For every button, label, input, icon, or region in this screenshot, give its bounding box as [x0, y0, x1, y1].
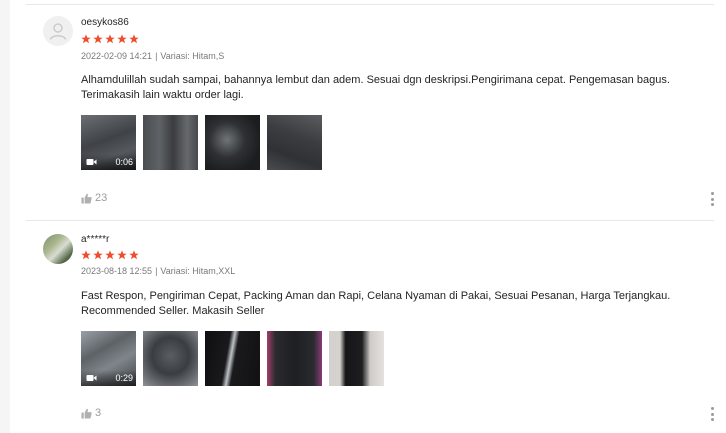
review-image-thumbnail[interactable] [267, 115, 322, 170]
more-vertical-icon [710, 412, 714, 416]
review-meta: 2022-02-09 14:21 | Variasi: Hitam,S [81, 51, 224, 61]
review-date: 2023-08-18 12:55 [81, 266, 153, 276]
review-video-thumbnail[interactable]: 0:06 [81, 115, 136, 170]
review-image-thumbnail[interactable] [143, 331, 198, 386]
default-user-icon [49, 23, 67, 40]
video-duration: 0:06 [115, 157, 133, 167]
like-count: 23 [95, 192, 108, 204]
review-image-thumbnail[interactable] [205, 331, 260, 386]
more-vertical-icon [710, 197, 714, 201]
star-icon [129, 250, 139, 260]
video-camera-icon [86, 375, 97, 381]
top-divider [26, 4, 714, 5]
more-vertical-icon [710, 192, 714, 195]
review-video-thumbnail[interactable]: 0:29 [81, 331, 136, 386]
star-icon [93, 34, 103, 44]
review-media: 0:06 [81, 115, 322, 170]
like-button[interactable]: 3 [81, 407, 101, 419]
review-comment: Alhamdulillah sudah sampai, bahannya lem… [81, 74, 670, 101]
reviewer-name: oesykos86 [81, 17, 129, 28]
video-duration: 0:29 [115, 373, 133, 383]
more-options-button[interactable] [708, 192, 716, 206]
like-count: 3 [95, 407, 102, 419]
star-icon [81, 34, 91, 44]
review-meta: 2023-08-18 12:55 | Variasi: Hitam,XXL [81, 266, 235, 276]
review-image-thumbnail[interactable] [205, 115, 260, 170]
avatar[interactable] [43, 16, 73, 46]
more-options-button[interactable] [708, 407, 716, 421]
star-icon [129, 34, 139, 44]
thumbs-up-icon [81, 193, 92, 204]
star-icon [117, 34, 127, 44]
star-icon [105, 34, 115, 44]
review-variation: Variasi: Hitam,XXL [160, 266, 236, 276]
review-media: 0:29 [81, 331, 384, 386]
more-vertical-icon [710, 407, 714, 410]
star-icon [117, 250, 127, 260]
review-image-thumbnail[interactable] [267, 331, 322, 386]
thumbs-up-icon [81, 408, 92, 419]
rating-stars [81, 250, 139, 260]
page-gutter [0, 0, 10, 433]
star-icon [105, 250, 115, 260]
review-image-thumbnail[interactable] [329, 331, 384, 386]
review-divider [26, 220, 714, 221]
video-badge: 0:06 [81, 154, 136, 170]
more-vertical-icon [710, 418, 714, 421]
star-icon [81, 250, 91, 260]
reviewer-name: a*****r [81, 234, 110, 245]
rating-stars [81, 34, 139, 44]
like-button[interactable]: 23 [81, 192, 107, 204]
review-variation: Variasi: Hitam,S [160, 51, 225, 61]
video-badge: 0:29 [81, 370, 136, 386]
avatar[interactable] [43, 234, 73, 264]
video-camera-icon [86, 159, 97, 165]
review-comment: Fast Respon, Pengiriman Cepat, Packing A… [81, 290, 671, 317]
star-icon [93, 250, 103, 260]
more-vertical-icon [710, 203, 714, 206]
review-date: 2022-02-09 14:21 [81, 51, 153, 61]
review-image-thumbnail[interactable] [143, 115, 198, 170]
